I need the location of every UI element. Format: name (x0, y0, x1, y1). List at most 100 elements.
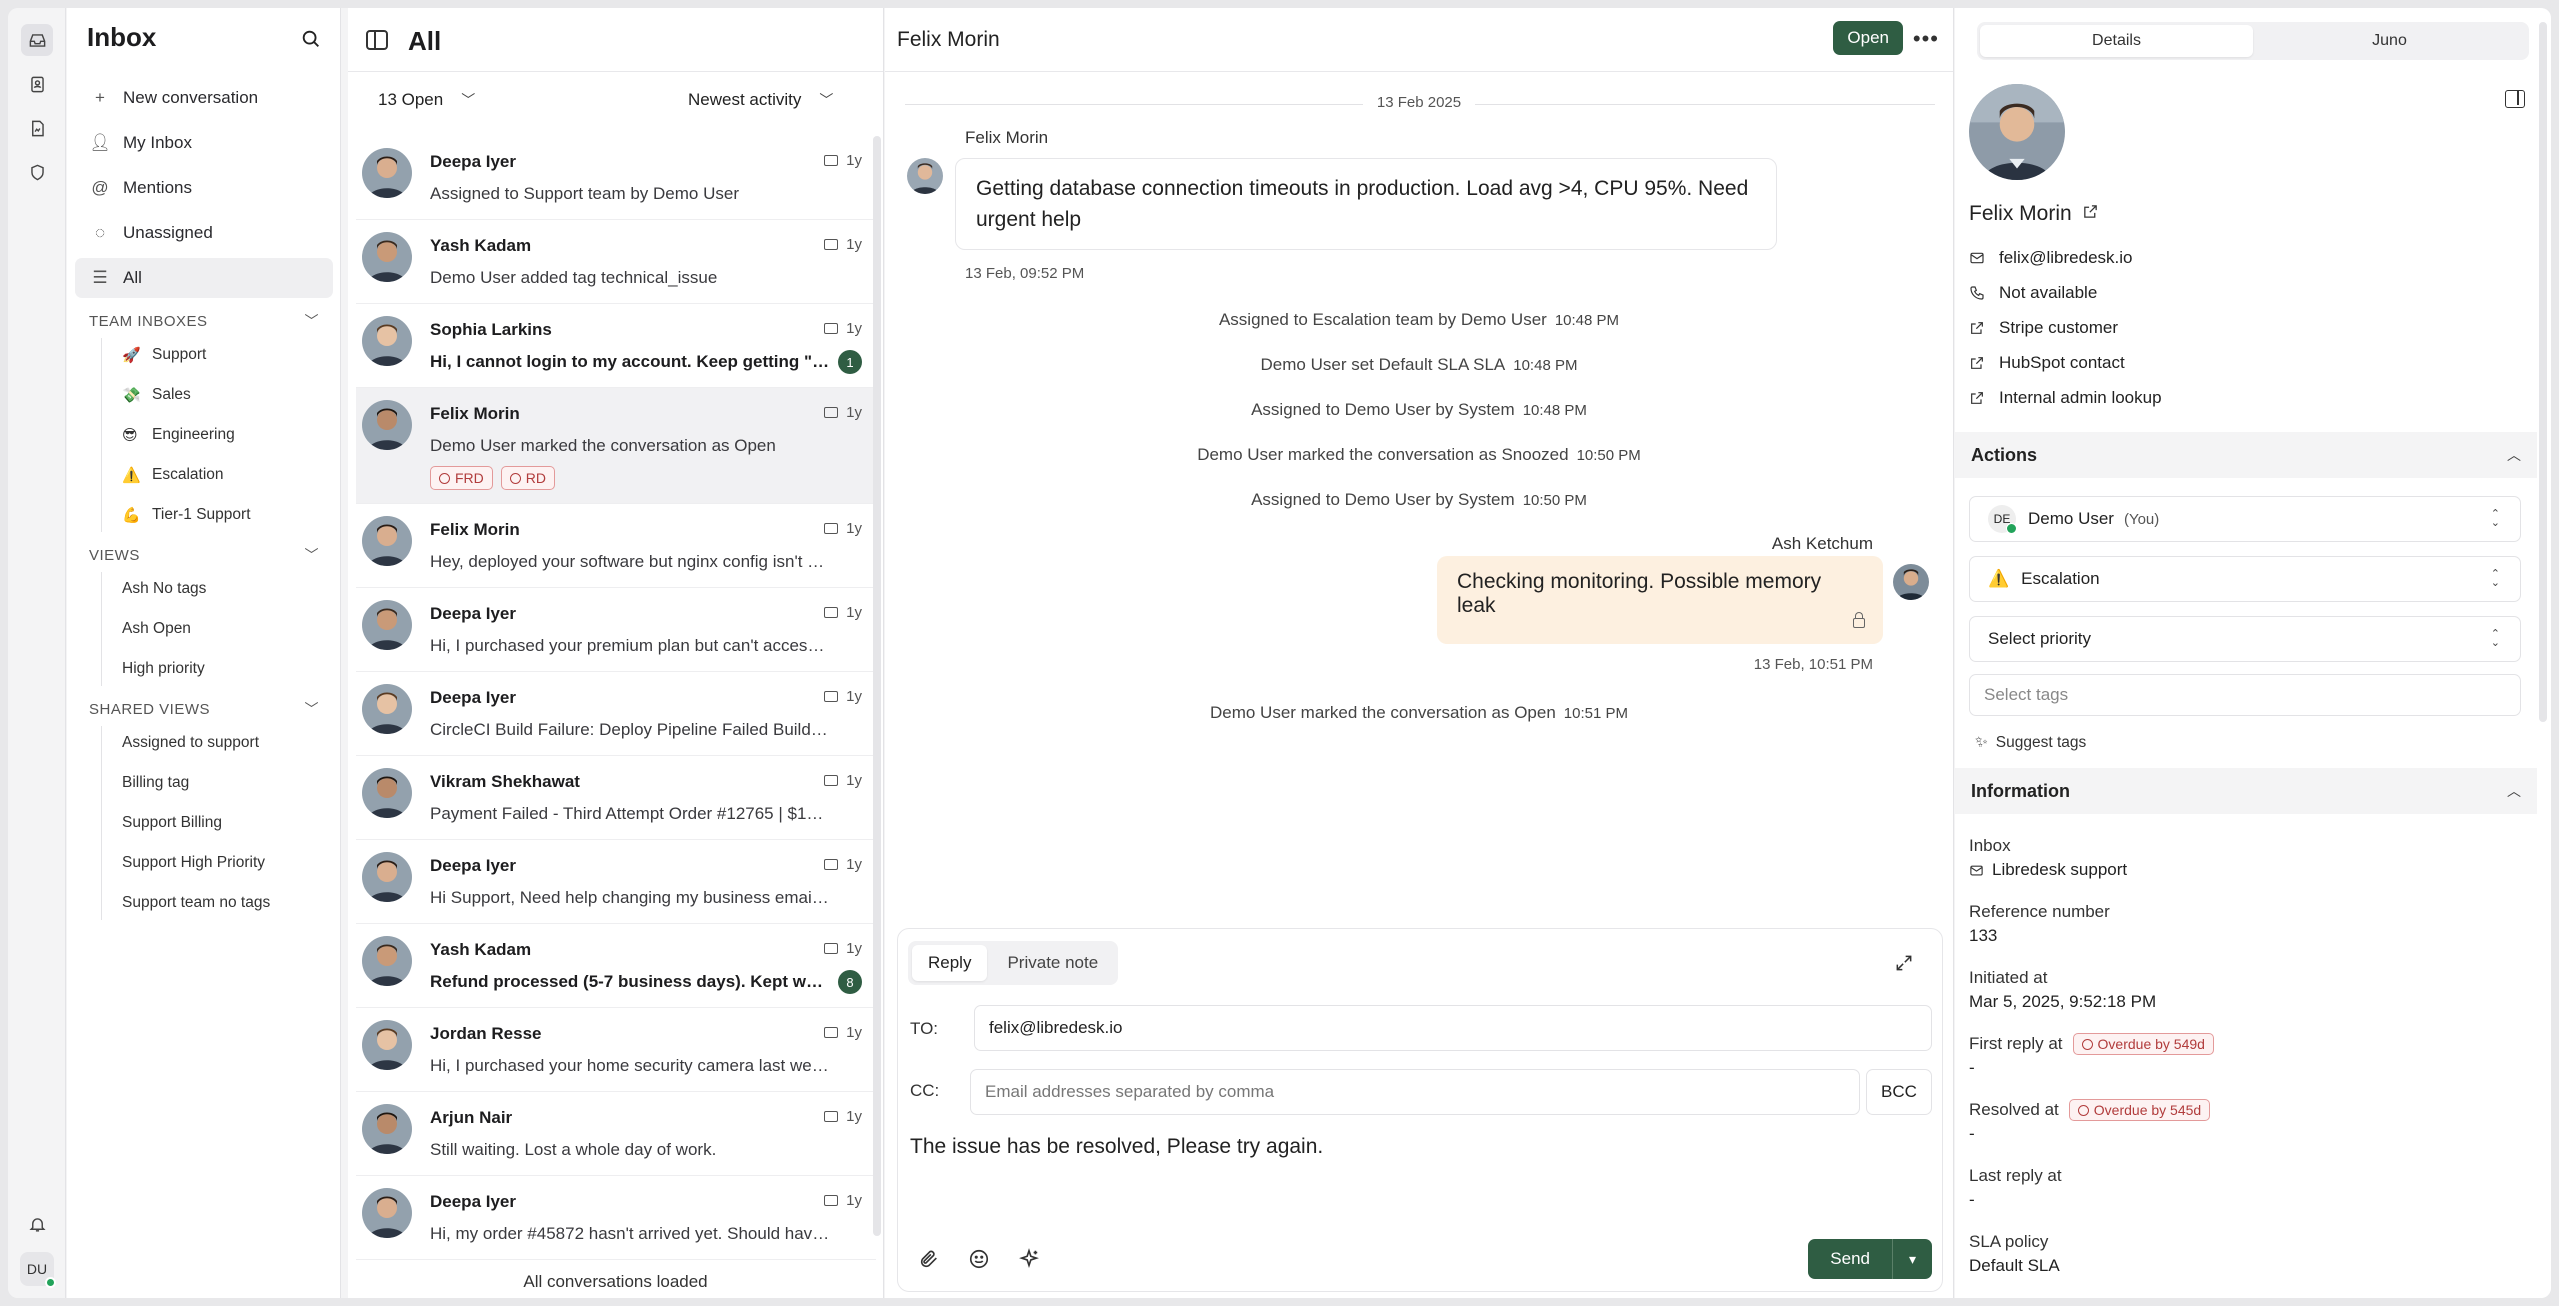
contact-avatar (362, 516, 412, 566)
more-options-icon[interactable]: ••• (1913, 26, 1939, 52)
information-section-toggle[interactable]: Information ︿ (1955, 768, 2537, 814)
send-options-chevron-icon[interactable]: ▾ (1892, 1239, 1932, 1279)
sla-tag: RD (500, 466, 556, 490)
contact-avatar (362, 684, 412, 734)
scrollbar[interactable] (2539, 22, 2547, 722)
status-button[interactable]: Open (1833, 21, 1903, 55)
info-field-value: Mar 5, 2025, 9:52:18 PM (1969, 992, 2157, 1011)
actions-section-toggle[interactable]: Actions ︿ (1955, 432, 2537, 478)
view-item[interactable]: Ash No tags (102, 572, 333, 606)
team-select[interactable]: ⚠️ Escalation ⌃ ⌄ (1969, 556, 2521, 602)
link-internal-admin[interactable]: Internal admin lookup (1969, 380, 2162, 415)
send-button-group: Send ▾ (1808, 1239, 1932, 1279)
suggest-tags-button[interactable]: ✨︎ Suggest tags (1975, 734, 2086, 752)
tab-reply[interactable]: Reply (912, 945, 988, 981)
panel-layout-icon[interactable] (2505, 90, 2525, 108)
bcc-button[interactable]: BCC (1866, 1069, 1932, 1115)
status-filter-label: 13 Open (378, 90, 444, 109)
ai-sparkle-icon[interactable] (1018, 1248, 1040, 1275)
sidebar-item-mentions[interactable]: @ Mentions (75, 168, 333, 208)
priority-select[interactable]: Select priority ⌃ ⌄ (1969, 616, 2521, 662)
external-link-icon[interactable] (2082, 202, 2099, 226)
section-label: SHARED VIEWS (89, 700, 211, 718)
send-button[interactable]: Send (1808, 1239, 1892, 1279)
chevron-down-icon: ﹀ (304, 313, 319, 329)
tab-details[interactable]: Details (1980, 25, 2253, 57)
emoji-icon[interactable] (968, 1248, 990, 1275)
conversation-list-item[interactable]: Yash Kadam 1y Refund processed (5-7 busine… (356, 924, 876, 1008)
sidebar-item-unassigned[interactable]: ◌ Unassigned (75, 213, 333, 253)
sort-dropdown[interactable]: Newest activity ﹀ (688, 90, 833, 110)
shared-views-list: Assigned to support Billing tag Support … (101, 726, 333, 920)
link-stripe-customer[interactable]: Stripe customer (1969, 310, 2162, 345)
contact-email-row[interactable]: felix@libredesk.io (1969, 240, 2162, 275)
bell-icon[interactable] (21, 1208, 53, 1240)
conversation-list-item[interactable]: Deepa Iyer 1y CircleCI Build Failure: Depl… (356, 672, 876, 756)
conversation-list-item[interactable]: Deepa Iyer 1y Hi, I purchased your premium… (356, 588, 876, 672)
message-preview: Hi, my order #45872 hasn't arrived yet. … (430, 1224, 830, 1243)
search-icon[interactable] (300, 28, 324, 52)
contacts-icon[interactable] (21, 68, 53, 100)
conversation-list-item[interactable]: Vikram Shekhawat 1y Payment Failed - Third… (356, 756, 876, 840)
sidebar-item-sales[interactable]: 💸 Sales (102, 378, 333, 412)
sidebar-toggle-icon[interactable] (366, 30, 388, 50)
status-filter-dropdown[interactable]: 13 Open ﹀ (378, 90, 475, 110)
view-item[interactable]: Ash Open (102, 612, 333, 646)
conversation-list-item[interactable]: Arjun Nair 1y Still waiting. Lost a whole … (356, 1092, 876, 1176)
contact-avatar (362, 232, 412, 282)
conversation-list-item[interactable]: Deepa Iyer 1y Hi, my order #45872 hasn't a… (356, 1176, 876, 1260)
cc-field[interactable]: Email addresses separated by comma (970, 1069, 1860, 1115)
shared-view-item[interactable]: Billing tag (102, 766, 333, 800)
inbox-icon[interactable] (21, 24, 53, 56)
reports-icon[interactable] (21, 112, 53, 144)
new-conversation-button[interactable]: + New conversation (75, 78, 333, 118)
conversation-list-item[interactable]: Jordan Resse 1y Hi, I purchased your home … (356, 1008, 876, 1092)
tab-private-note[interactable]: Private note (991, 945, 1114, 981)
shared-view-item[interactable]: Assigned to support (102, 726, 333, 760)
sidebar-item-engineering[interactable]: 😎 Engineering (102, 418, 333, 452)
sidebar-item-all[interactable]: ☰ All (75, 258, 333, 298)
composer-tabs: Reply Private note (908, 941, 1119, 985)
tab-juno[interactable]: Juno (2253, 25, 2526, 57)
to-field[interactable]: felix@libredesk.io (974, 1005, 1932, 1051)
attachment-icon[interactable] (918, 1248, 940, 1275)
contact-avatar (362, 768, 412, 818)
shared-view-item[interactable]: Support team no tags (102, 886, 333, 920)
conversation-list-item[interactable]: Felix Morin 1y Demo User marked the conver… (356, 388, 876, 504)
shared-view-item[interactable]: Support Billing (102, 806, 333, 840)
shield-icon[interactable] (21, 156, 53, 188)
section-label: Actions (1971, 444, 2038, 465)
conversation-list-item[interactable]: Sophia Larkins 1y Hi, I cannot login to my… (356, 304, 876, 388)
scrollbar[interactable] (873, 136, 881, 1236)
activity-text: Demo User set Default SLA SLA (1260, 355, 1506, 374)
shared-view-item[interactable]: Support High Priority (102, 846, 333, 880)
sidebar-item-my-inbox[interactable]: 👤︎ My Inbox (75, 123, 333, 163)
tags-input[interactable]: Select tags (1969, 674, 2521, 716)
unread-count-badge: 8 (838, 970, 862, 994)
assignee-select[interactable]: DE Demo User (You) ⌃ ⌄ (1969, 496, 2521, 542)
activity-item: Demo User marked the conversation as Sno… (885, 445, 1953, 465)
list-title: All (408, 26, 442, 56)
reply-body-editor[interactable]: The issue has be resolved, Please try ag… (910, 1135, 1323, 1159)
contact-name: Sophia Larkins (430, 320, 552, 339)
message-preview: Hey, deployed your software but nginx co… (430, 552, 830, 571)
conversation-list-item[interactable]: Deepa Iyer 1y Hi Support, Need help changi… (356, 840, 876, 924)
conversation-list-item[interactable]: Yash Kadam 1y Demo User added tag technica… (356, 220, 876, 304)
chevron-down-icon: ﹀ (304, 547, 319, 563)
message-preview: Refund processed (5-7 business days). Ke… (430, 972, 830, 991)
user-avatar[interactable]: DU (20, 1252, 56, 1288)
expand-icon[interactable] (1894, 953, 1914, 973)
view-item[interactable]: High priority (102, 652, 333, 686)
link-hubspot-contact[interactable]: HubSpot contact (1969, 345, 2162, 380)
views-section-toggle[interactable]: VIEWS ﹀ (75, 538, 333, 572)
sidebar-item-support[interactable]: 🚀 Support (102, 338, 333, 372)
sidebar-item-escalation[interactable]: ⚠️ Escalation (102, 458, 333, 492)
chevron-down-icon: ﹀ (304, 701, 319, 717)
shared-views-section-toggle[interactable]: SHARED VIEWS ﹀ (75, 692, 333, 726)
mail-icon (824, 1027, 839, 1038)
team-inboxes-section-toggle[interactable]: TEAM INBOXES ﹀ (75, 304, 333, 338)
conversation-list-item[interactable]: Felix Morin 1y Hey, deployed your software… (356, 504, 876, 588)
conversation-list-item[interactable]: Deepa Iyer 1y Assigned to Support team by … (356, 136, 876, 220)
sidebar-item-tier1-support[interactable]: 💪 Tier-1 Support (102, 498, 333, 532)
message-preview: Hi, I cannot login to my account. Keep g… (430, 352, 830, 371)
